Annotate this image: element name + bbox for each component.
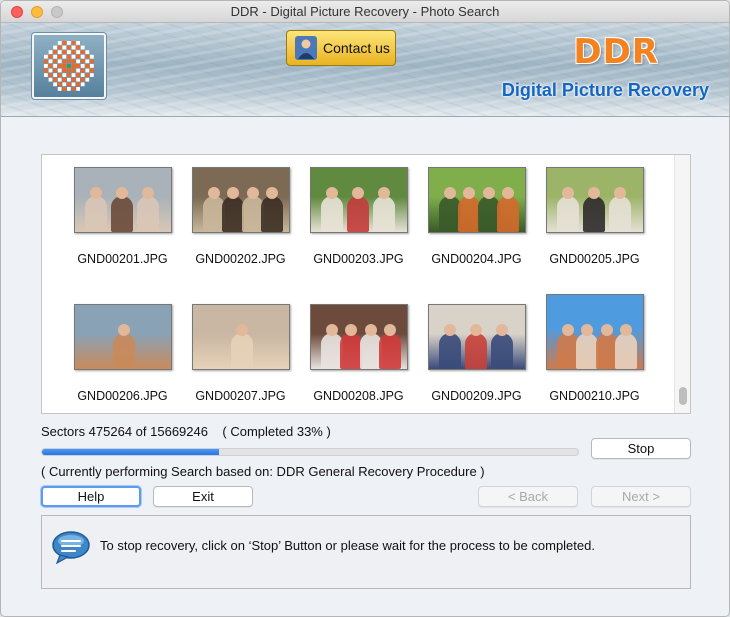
photo-filename: GND00204.JPG (431, 252, 522, 266)
person-icon (295, 36, 317, 60)
photo-filename: GND00208.JPG (313, 389, 404, 403)
app-logo (32, 33, 106, 99)
photo-preview (427, 167, 526, 233)
zoom-window-button[interactable] (51, 6, 63, 18)
current-procedure-status: ( Currently performing Search based on: … (41, 464, 485, 479)
photo-thumbnail[interactable]: GND00210.JPG (536, 294, 653, 403)
photo-thumbnail[interactable]: GND00207.JPG (182, 304, 299, 403)
stop-button[interactable]: Stop (591, 438, 691, 459)
sectors-count: Sectors 475264 of 15669246 (41, 424, 208, 439)
back-button[interactable]: < Back (478, 486, 578, 507)
photo-thumbnail[interactable]: GND00204.JPG (418, 167, 535, 266)
exit-button[interactable]: Exit (153, 486, 253, 507)
header-banner: Contact us DDR Digital Picture Recovery (1, 23, 729, 117)
speech-bubble-icon (52, 531, 90, 564)
window-title: DDR - Digital Picture Recovery - Photo S… (230, 4, 500, 19)
progress-fill (42, 449, 219, 455)
photo-preview (309, 304, 408, 370)
photo-filename: GND00206.JPG (77, 389, 168, 403)
minimize-window-button[interactable] (31, 6, 43, 18)
photo-filename: GND00205.JPG (549, 252, 640, 266)
photo-preview (309, 167, 408, 233)
photo-preview (545, 167, 644, 233)
contact-us-button[interactable]: Contact us (286, 30, 396, 66)
brand-subtitle: Digital Picture Recovery (501, 80, 709, 100)
info-message: To stop recovery, click on ‘Stop’ Button… (100, 538, 595, 553)
photo-thumbnail[interactable]: GND00209.JPG (418, 304, 535, 403)
photo-preview (73, 167, 172, 233)
recovery-progress-bar (41, 448, 579, 456)
brand-title: DDR (573, 32, 659, 72)
contact-us-label: Contact us (323, 40, 390, 56)
photo-filename: GND00207.JPG (195, 389, 286, 403)
photo-filename: GND00203.JPG (313, 252, 404, 266)
photo-preview (191, 167, 290, 233)
photo-thumbnail[interactable]: GND00202.JPG (182, 167, 299, 266)
photo-preview (73, 304, 172, 370)
close-window-button[interactable] (11, 6, 23, 18)
photo-thumbnail[interactable]: GND00203.JPG (300, 167, 417, 266)
photo-filename: GND00201.JPG (77, 252, 168, 266)
photo-preview (427, 304, 526, 370)
gallery-scrollbar[interactable] (674, 155, 690, 413)
photo-filename: GND00202.JPG (195, 252, 286, 266)
help-button[interactable]: Help (41, 486, 141, 507)
photo-preview (545, 294, 644, 370)
photo-thumbnail[interactable]: GND00205.JPG (536, 167, 653, 266)
photo-thumbnail[interactable]: GND00208.JPG (300, 304, 417, 403)
scrollbar-thumb[interactable] (679, 387, 687, 405)
recovered-photos-gallery: GND00201.JPG GND00202.JPG GND00203.JPG GND0… (41, 154, 691, 414)
sectors-status: Sectors 475264 of 15669246 ( Completed 3… (41, 424, 331, 439)
photo-preview (191, 304, 290, 370)
completed-percent: ( Completed 33% ) (222, 424, 331, 439)
app-window: DDR - Digital Picture Recovery - Photo S… (0, 0, 730, 617)
photo-filename: GND00209.JPG (431, 389, 522, 403)
photo-thumbnail[interactable]: GND00206.JPG (64, 304, 181, 403)
photo-filename: GND00210.JPG (549, 389, 640, 403)
title-bar: DDR - Digital Picture Recovery - Photo S… (1, 1, 729, 23)
photo-thumbnail[interactable]: GND00201.JPG (64, 167, 181, 266)
info-panel: To stop recovery, click on ‘Stop’ Button… (41, 515, 691, 589)
logo-mosaic-icon (44, 41, 94, 91)
next-button[interactable]: Next > (591, 486, 691, 507)
